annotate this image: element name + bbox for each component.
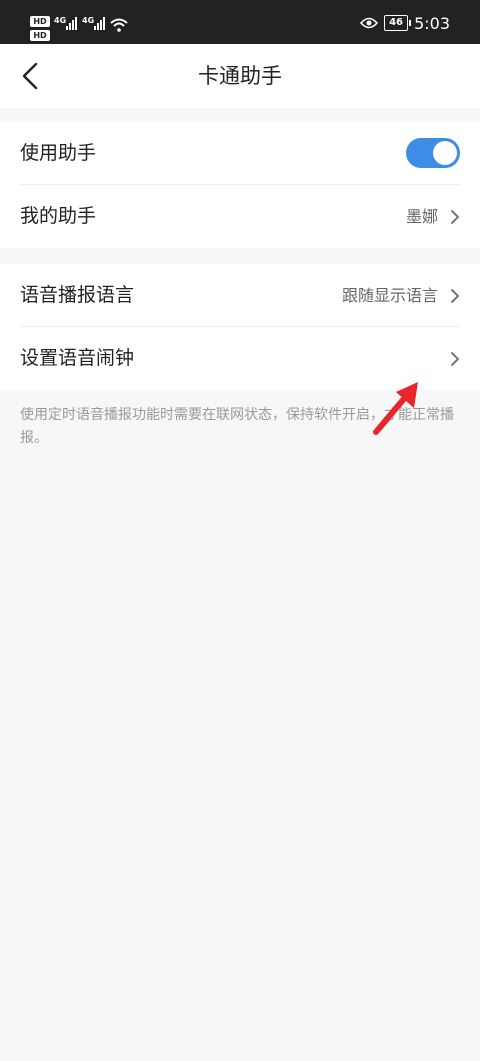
use-assistant-row[interactable]: 使用助手: [0, 122, 480, 185]
row-value: 墨娜: [405, 207, 438, 226]
top-nav-bar: 卡通助手: [0, 44, 480, 108]
status-bar: HD HD 4G 4G 46 5:03: [0, 0, 480, 44]
hd-badge-2: HD: [30, 30, 50, 41]
settings-group-voice: 语音播报语言 跟随显示语言 设置语音闹钟: [0, 264, 480, 390]
status-bar-right: 46 5:03: [360, 12, 450, 34]
chevron-right-icon: [451, 289, 459, 303]
row-label: 使用助手: [20, 142, 97, 164]
battery-icon: 46: [384, 15, 412, 31]
settings-group-assistant: 使用助手 我的助手 墨娜: [0, 122, 480, 248]
eye-comfort-icon: [360, 17, 379, 29]
back-arrow-icon[interactable]: [12, 56, 52, 96]
row-label: 语音播报语言: [20, 284, 135, 306]
wifi-icon: [110, 18, 128, 32]
row-label: 我的助手: [20, 205, 97, 227]
network-type-1: 4G: [54, 16, 67, 25]
clock: 5:03: [414, 13, 450, 33]
row-label: 设置语音闹钟: [20, 347, 135, 369]
page-title: 卡通助手: [198, 64, 282, 88]
red-annotation-arrow-icon: [373, 382, 418, 435]
my-assistant-row[interactable]: 我的助手 墨娜: [0, 185, 480, 248]
signal-strength-icon: 4G: [54, 16, 78, 30]
toggle-knob: [433, 141, 457, 165]
voice-language-row[interactable]: 语音播报语言 跟随显示语言: [0, 264, 480, 327]
use-assistant-toggle[interactable]: [406, 138, 460, 168]
hd-badge-1: HD: [30, 16, 50, 27]
chevron-right-icon: [451, 352, 459, 366]
signal-strength-icon-2: 4G: [82, 16, 106, 30]
chevron-right-icon: [451, 210, 459, 224]
row-value: 跟随显示语言: [341, 286, 438, 305]
network-type-2: 4G: [82, 16, 95, 25]
